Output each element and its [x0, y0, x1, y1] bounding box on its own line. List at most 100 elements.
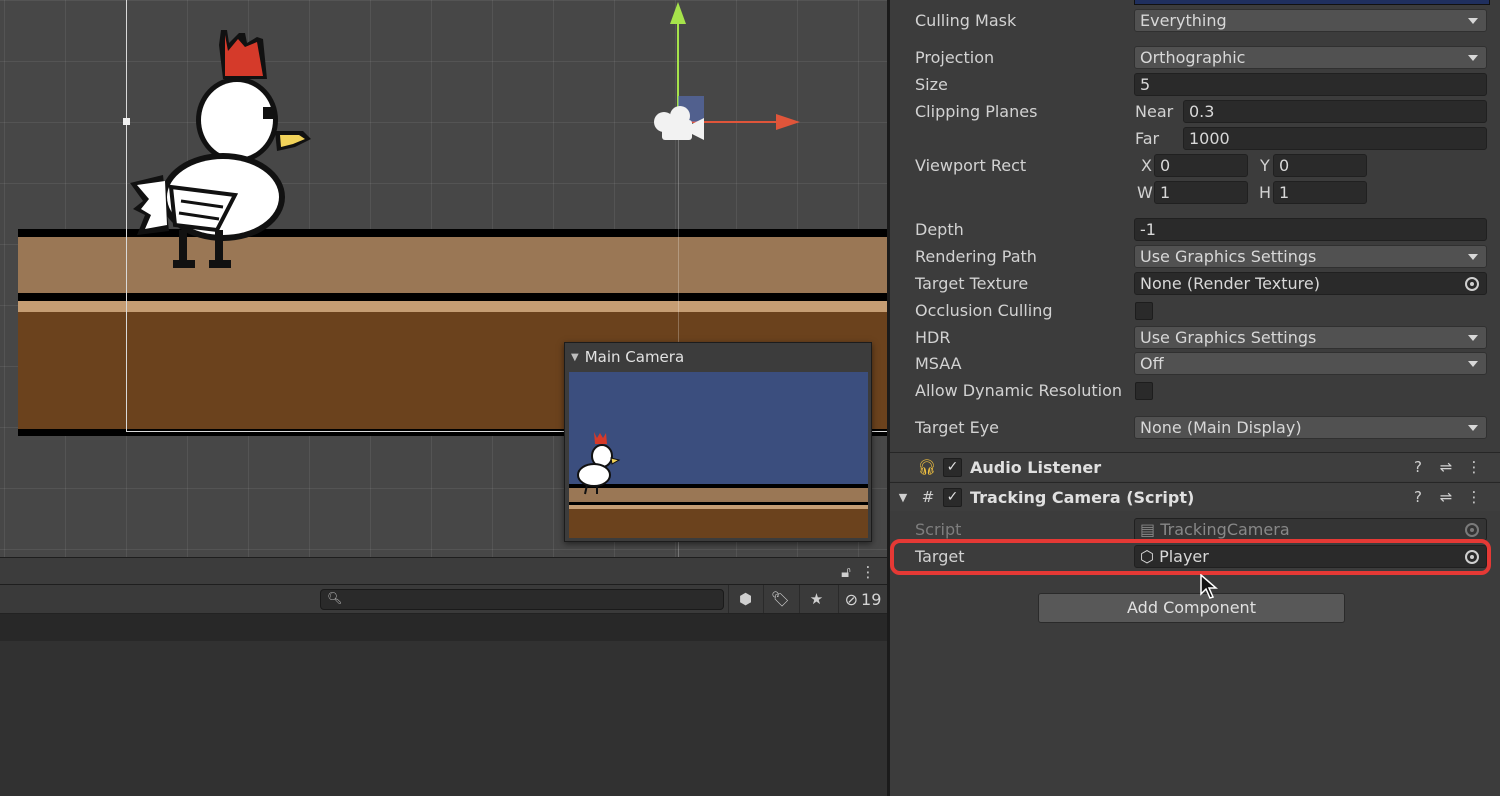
tracking-camera-enabled-checkbox[interactable]: ✓: [943, 488, 962, 507]
viewport-xy-row: Viewport Rect X 0 Y 0: [890, 152, 1500, 179]
foldout-triangle-icon[interactable]: ▼: [896, 483, 910, 512]
dynamic-resolution-label: Allow Dynamic Resolution: [915, 381, 1123, 400]
component-menu-icon[interactable]: ⋮: [1464, 483, 1484, 512]
msaa-label: MSAA: [915, 354, 962, 373]
rendering-path-dropdown[interactable]: Use Graphics Settings: [1134, 245, 1487, 268]
target-field-highlight: [890, 539, 1491, 575]
viewport-w-label: W: [1137, 183, 1153, 202]
viewport-x-field[interactable]: 0: [1154, 154, 1248, 177]
clipping-near-row: Clipping Planes Near 0.3: [890, 98, 1500, 125]
camera-preview-header[interactable]: ▼ Main Camera: [565, 343, 871, 371]
size-field[interactable]: 5: [1134, 73, 1487, 96]
component-menu-icon[interactable]: ⋮: [1464, 453, 1484, 482]
clipping-far-row: Far 1000: [890, 125, 1500, 152]
more-options-icon[interactable]: ⋮: [860, 558, 876, 586]
occlusion-culling-label: Occlusion Culling: [915, 301, 1053, 320]
size-row: Size 5: [890, 71, 1500, 98]
mouse-cursor-icon: [1200, 574, 1218, 599]
presets-icon[interactable]: ⇌: [1436, 483, 1456, 512]
near-label: Near: [1135, 102, 1174, 121]
shapes-icon: ⬢: [738, 590, 753, 608]
msaa-dropdown[interactable]: Off: [1134, 352, 1487, 375]
target-eye-label: Target Eye: [915, 418, 1000, 437]
scene-view[interactable]: ▼ Main Camera: [0, 0, 887, 557]
collapse-triangle-icon[interactable]: ▼: [571, 352, 579, 363]
hidden-packages-toggle[interactable]: ⊘ 19: [838, 585, 887, 613]
search-input[interactable]: 🔍︎: [320, 589, 724, 610]
star-icon: ★: [809, 590, 824, 608]
tracking-camera-title: Tracking Camera (Script): [970, 488, 1195, 507]
camera-preview-title: Main Camera: [584, 348, 685, 366]
projection-label: Projection: [915, 48, 995, 67]
hidden-count: 19: [861, 589, 882, 609]
viewport-x-label: X: [1141, 156, 1152, 175]
project-panel-tabbar: 🔓︎ ⋮: [0, 557, 887, 585]
target-texture-field[interactable]: None (Render Texture): [1134, 272, 1487, 295]
eye-slash-icon: ⊘: [844, 589, 859, 609]
object-picker-icon: [1465, 523, 1479, 537]
presets-icon[interactable]: ⇌: [1436, 453, 1456, 482]
camera-preview-window[interactable]: ▼ Main Camera: [564, 342, 872, 542]
audio-listener-header[interactable]: 🎧︎ ✓ Audio Listener ? ⇌ ⋮: [890, 452, 1500, 481]
add-component-button[interactable]: Add Component: [1038, 593, 1345, 623]
help-icon[interactable]: ?: [1408, 453, 1428, 482]
hdr-row: HDR Use Graphics Settings: [890, 324, 1500, 351]
camera-gizmo-icon[interactable]: [650, 104, 706, 144]
projection-dropdown[interactable]: Orthographic: [1134, 46, 1487, 69]
target-eye-row: Target Eye None (Main Display): [890, 414, 1500, 441]
filter-by-label-button[interactable]: 🏷︎: [763, 585, 797, 613]
object-picker-icon[interactable]: [1465, 277, 1479, 291]
size-label: Size: [915, 75, 948, 94]
audio-listener-enabled-checkbox[interactable]: ✓: [943, 458, 962, 477]
depth-row: Depth -1: [890, 216, 1500, 243]
script-value: TrackingCamera: [1160, 520, 1290, 539]
background-color-field[interactable]: [1134, 0, 1490, 5]
audio-listener-title: Audio Listener: [970, 458, 1102, 477]
occlusion-culling-row: Occlusion Culling: [890, 297, 1500, 324]
target-texture-value: None (Render Texture): [1140, 274, 1320, 293]
chicken-sprite[interactable]: [125, 25, 325, 275]
viewport-y-label: Y: [1260, 156, 1270, 175]
project-toolbar: 🔍︎ ⬢ 🏷︎ ★ ⊘ 19: [0, 585, 887, 614]
rendering-path-label: Rendering Path: [915, 247, 1037, 266]
filter-by-type-button[interactable]: ⬢: [728, 585, 762, 613]
viewport-h-field[interactable]: 1: [1273, 181, 1367, 204]
rendering-path-row: Rendering Path Use Graphics Settings: [890, 243, 1500, 270]
help-icon[interactable]: ?: [1408, 483, 1428, 512]
dynamic-resolution-checkbox[interactable]: [1135, 382, 1153, 400]
favorites-button[interactable]: ★: [799, 585, 833, 613]
viewport-w-field[interactable]: 1: [1154, 181, 1248, 204]
viewport-wh-row: W 1 H 1: [890, 179, 1500, 206]
camera-preview-image: [569, 372, 868, 538]
search-icon: 🔍︎: [327, 591, 343, 605]
clipping-planes-label: Clipping Planes: [915, 102, 1038, 121]
viewport-h-label: H: [1259, 183, 1272, 202]
project-file-list[interactable]: [0, 641, 887, 796]
project-panel: 🔓︎ ⋮ 🔍︎ ⬢ 🏷︎ ★ ⊘ 19: [0, 557, 887, 796]
inspector-panel: Culling Mask Everything Projection Ortho…: [890, 0, 1500, 796]
dynamic-resolution-row: Allow Dynamic Resolution: [890, 377, 1500, 404]
near-field[interactable]: 0.3: [1183, 100, 1487, 123]
hdr-label: HDR: [915, 328, 951, 347]
far-label: Far: [1135, 129, 1160, 148]
script-file-icon: #: [921, 488, 935, 506]
hdr-dropdown[interactable]: Use Graphics Settings: [1134, 326, 1487, 349]
target-eye-dropdown[interactable]: None (Main Display): [1134, 416, 1487, 439]
viewport-y-field[interactable]: 0: [1273, 154, 1367, 177]
tracking-camera-header[interactable]: ▼ # ✓ Tracking Camera (Script) ? ⇌ ⋮: [890, 482, 1500, 511]
depth-field[interactable]: -1: [1134, 218, 1487, 241]
far-field[interactable]: 1000: [1183, 127, 1487, 150]
headphones-icon: 🎧︎: [917, 458, 937, 476]
target-texture-row: Target Texture None (Render Texture): [890, 270, 1500, 297]
lock-icon[interactable]: 🔓︎: [838, 558, 854, 586]
tag-icon: 🏷︎: [770, 590, 791, 608]
script-asset-icon: ▤: [1140, 520, 1156, 539]
projection-row: Projection Orthographic: [890, 44, 1500, 71]
depth-label: Depth: [915, 220, 964, 239]
script-field: ▤ TrackingCamera: [1134, 518, 1487, 541]
viewport-rect-label: Viewport Rect: [915, 156, 1027, 175]
msaa-row: MSAA Off: [890, 350, 1500, 377]
target-texture-label: Target Texture: [915, 274, 1029, 293]
occlusion-culling-checkbox[interactable]: [1135, 302, 1153, 320]
culling-mask-dropdown[interactable]: Everything: [1134, 9, 1487, 32]
